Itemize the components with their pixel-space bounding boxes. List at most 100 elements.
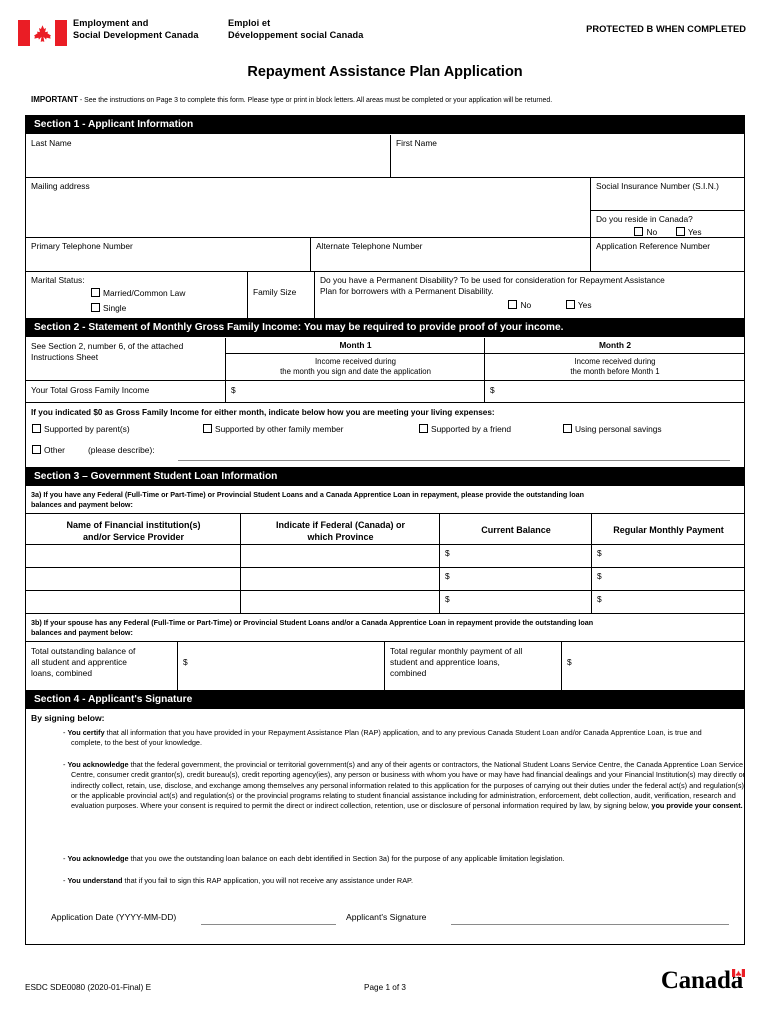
section-4-applicant-signature: Section 4 - Applicant's Signature By sig…	[25, 690, 745, 945]
using-personal-savings-checkbox[interactable]	[563, 424, 572, 433]
marital-married-checkbox[interactable]	[91, 288, 100, 297]
field-first-name[interactable]: First Name	[391, 135, 744, 178]
dept-en-line2: Social Development Canada	[73, 29, 199, 40]
field-mailing-address[interactable]: Mailing address	[26, 178, 591, 238]
option-supported-by-other-family[interactable]: Supported by other family member	[203, 424, 343, 435]
table-row[interactable]: $	[592, 591, 744, 614]
row2-balance: $	[445, 571, 450, 581]
field-total-outstanding-balance[interactable]: $	[178, 642, 385, 691]
disability-yes-checkbox[interactable]	[565, 300, 575, 309]
by-signing-below: By signing below:	[26, 710, 744, 726]
clause-understand: - You understand that if you fail to sig…	[63, 876, 414, 885]
disability-no-checkbox[interactable]	[508, 300, 518, 309]
option-using-personal-savings[interactable]: Using personal savings	[563, 424, 662, 435]
other-describe-hint: (please describe):	[88, 445, 155, 455]
section-3-heading: Section 3 – Government Student Loan Info…	[26, 468, 744, 486]
label-first-name: First Name	[396, 138, 437, 148]
table-row[interactable]: $	[592, 568, 744, 591]
living-expenses-options-row: Supported by parent(s) Supported by othe…	[26, 420, 744, 438]
col-institution-line1: Name of Financial institution(s)	[66, 520, 201, 530]
field-sin[interactable]: Social Insurance Number (S.I.N.)	[591, 178, 744, 211]
total-payment-dollar-sign: $	[567, 657, 572, 667]
clause-balance-lead: You acknowledge	[67, 854, 129, 863]
field-reside-in-canada: Do you reside in Canada? No Yes	[591, 211, 744, 238]
label-marital-status: Marital Status:	[31, 275, 85, 285]
supported-by-other-family-label: Supported by other family member	[215, 424, 344, 434]
month-2-desc-line1: Income received during	[574, 357, 656, 366]
reside-yes-option[interactable]: Yes	[675, 227, 702, 238]
reside-no-label: No	[646, 227, 658, 237]
supported-by-friend-checkbox[interactable]	[419, 424, 428, 433]
field-last-name[interactable]: Last Name	[26, 135, 391, 178]
column-header-current-balance: Current Balance	[440, 514, 592, 545]
page-header: Employment and Social Development Canada…	[0, 0, 770, 52]
col-institution-line2: and/or Service Provider	[82, 532, 185, 542]
field-marital-status: Marital Status: Married/Common Law Singl…	[26, 272, 248, 321]
supported-by-parents-label: Supported by parent(s)	[44, 424, 130, 434]
label-sin: Social Insurance Number (S.I.N.)	[596, 181, 719, 191]
question-3a-line1: 3a) If you have any Federal (Full-Time o…	[31, 490, 585, 499]
month-1-dollar-sign: $	[231, 385, 236, 395]
row3-balance: $	[445, 594, 450, 604]
application-date-input[interactable]	[201, 924, 336, 925]
field-family-size[interactable]: Family Size	[248, 272, 315, 321]
disability-yes-option[interactable]: Yes	[565, 300, 592, 311]
column-header-month-2: Month 2	[485, 338, 744, 353]
field-primary-telephone[interactable]: Primary Telephone Number	[26, 238, 311, 272]
marital-single-option[interactable]: Single	[91, 303, 126, 314]
canada-flag-icon	[18, 20, 67, 46]
field-application-reference-number[interactable]: Application Reference Number	[591, 238, 744, 272]
instructions-reference-line1: See Section 2, number 6, of the attached	[31, 341, 184, 351]
table-row[interactable]	[241, 591, 440, 614]
form-page: Employment and Social Development Canada…	[0, 0, 770, 1024]
table-row[interactable]	[26, 545, 241, 568]
month-1-description: Income received during the month you sig…	[226, 353, 485, 381]
table-row[interactable]: $	[440, 591, 592, 614]
other-checkbox[interactable]	[32, 445, 41, 454]
marital-married-option[interactable]: Married/Common Law	[91, 288, 185, 299]
field-total-monthly-payment[interactable]: $	[562, 642, 744, 691]
label-application-date: Application Date (YYYY-MM-DD)	[46, 909, 236, 925]
table-row[interactable]	[241, 568, 440, 591]
option-supported-by-parents[interactable]: Supported by parent(s)	[32, 424, 130, 435]
supported-by-other-family-checkbox[interactable]	[203, 424, 212, 433]
supported-by-friend-label: Supported by a friend	[431, 424, 512, 434]
by-signing-below-text: By signing below:	[31, 713, 105, 723]
applicant-signature-input[interactable]	[451, 924, 729, 925]
field-month-2-income[interactable]: $	[485, 381, 744, 403]
table-row[interactable]	[26, 591, 241, 614]
table-row[interactable]: $	[592, 545, 744, 568]
option-other[interactable]: Other	[32, 445, 65, 456]
disability-no-option[interactable]: No	[508, 300, 531, 311]
important-notice: IMPORTANT - See the instructions on Page…	[31, 95, 741, 106]
table-row[interactable]	[241, 545, 440, 568]
table-row[interactable]: $	[440, 545, 592, 568]
reside-yes-checkbox[interactable]	[675, 227, 685, 236]
label-primary-telephone: Primary Telephone Number	[31, 241, 133, 251]
important-label: IMPORTANT	[31, 95, 78, 104]
month-1-label: Month 1	[339, 340, 372, 350]
instructions-reference: See Section 2, number 6, of the attached…	[26, 338, 226, 381]
zero-income-prompt-text: If you indicated $0 as Gross Family Inco…	[31, 408, 495, 417]
label-total-monthly-payment: Total regular monthly payment of all stu…	[385, 642, 562, 691]
marital-single-checkbox[interactable]	[91, 303, 100, 312]
reside-no-checkbox[interactable]	[634, 227, 644, 236]
label-family-size: Family Size	[253, 287, 297, 297]
table-row[interactable]: $	[440, 568, 592, 591]
table-row[interactable]	[26, 568, 241, 591]
clause-acknowledge-body: that the federal government, the provinc…	[71, 760, 746, 811]
question-3b: 3b) If your spouse has any Federal (Full…	[26, 614, 744, 642]
other-describe-input[interactable]	[178, 460, 730, 461]
option-supported-by-friend[interactable]: Supported by a friend	[419, 424, 511, 435]
supported-by-parents-checkbox[interactable]	[32, 424, 41, 433]
field-month-1-income[interactable]: $	[226, 381, 485, 403]
clause-understand-body: that if you fail to sign this RAP applic…	[122, 876, 414, 885]
question-3b-line1: 3b) If your spouse has any Federal (Full…	[31, 618, 594, 627]
column-header-financial-institution: Name of Financial institution(s) and/or …	[26, 514, 241, 545]
field-alternate-telephone[interactable]: Alternate Telephone Number	[311, 238, 591, 272]
section-3-government-student-loan-information: Section 3 – Government Student Loan Info…	[25, 467, 745, 692]
zero-income-prompt: If you indicated $0 as Gross Family Inco…	[26, 403, 744, 418]
clause-certify: - You certify that all information that …	[63, 728, 702, 748]
using-personal-savings-label: Using personal savings	[575, 424, 662, 434]
reside-no-option[interactable]: No	[634, 227, 657, 238]
